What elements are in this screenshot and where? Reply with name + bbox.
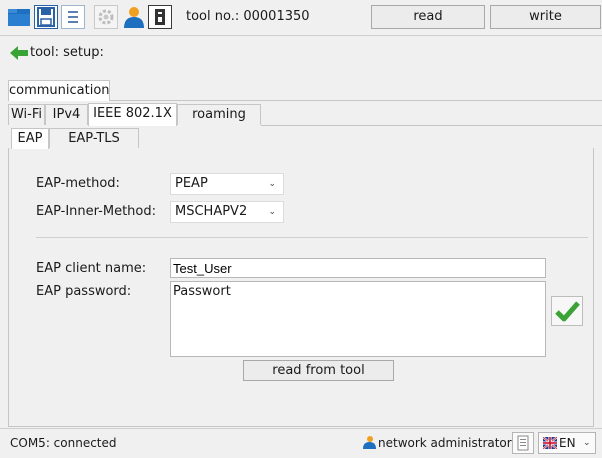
back-arrow-icon[interactable] [9, 44, 29, 62]
eap-inner-method-value: MSCHAPV2 [175, 204, 248, 219]
form-divider [36, 237, 588, 238]
folder-open-icon[interactable] [7, 5, 31, 29]
uk-flag-icon [543, 437, 557, 449]
eap-method-label: EAP-method: [36, 176, 120, 191]
tab-ieee-8021x[interactable]: IEEE 802.1X [88, 103, 177, 126]
eap-inner-method-select[interactable]: MSCHAPV2 ⌄ [170, 201, 284, 223]
eap-method-select[interactable]: PEAP ⌄ [170, 173, 284, 195]
gear-icon[interactable] [94, 5, 118, 29]
user-role: network administrator [378, 436, 512, 450]
tab-baseline-1 [110, 100, 602, 101]
tab-eap-tls-x509[interactable]: EAP-TLS X.509 [49, 128, 139, 166]
language-select[interactable]: EN ⌄ [538, 432, 596, 454]
header-divider [0, 35, 602, 36]
eap-method-value: PEAP [175, 176, 208, 191]
page-title: tool: setup: [30, 45, 104, 60]
tab-ipv4[interactable]: IPv4 [45, 104, 88, 125]
connection-status: COM5: connected [10, 436, 117, 450]
list-icon[interactable] [61, 5, 85, 29]
tab-wifi[interactable]: Wi-Fi [8, 104, 45, 125]
eap-client-name-input[interactable] [170, 258, 546, 278]
write-button[interactable]: write [490, 5, 601, 29]
user-role-icon [362, 435, 376, 449]
save-icon[interactable] [34, 5, 58, 29]
tab-eap[interactable]: EAP [11, 128, 49, 149]
read-from-tool-button[interactable]: read from tool [243, 360, 394, 381]
chevron-down-icon: ⌄ [583, 438, 591, 448]
user-icon[interactable] [121, 5, 145, 29]
eap-password-field[interactable]: Passwort [170, 281, 546, 357]
eap-inner-method-label: EAP-Inner-Method: [36, 204, 157, 219]
eap-password-label: EAP password: [36, 284, 132, 299]
read-button[interactable]: read [371, 5, 485, 29]
status-divider [0, 428, 602, 429]
device-icon[interactable] [148, 5, 172, 29]
language-code: EN [559, 436, 576, 450]
tab-roaming[interactable]: roaming [177, 104, 261, 125]
chevron-down-icon: ⌄ [268, 179, 276, 189]
tab-communication[interactable]: communication [8, 80, 110, 101]
notes-icon[interactable] [512, 432, 534, 454]
chevron-down-icon: ⌄ [268, 207, 276, 217]
tool-number: tool no.: 00001350 [186, 9, 310, 24]
checkmark-icon [555, 301, 580, 322]
confirm-button[interactable] [551, 296, 583, 326]
tab-baseline-2 [261, 125, 602, 126]
eap-client-name-label: EAP client name: [36, 261, 147, 276]
